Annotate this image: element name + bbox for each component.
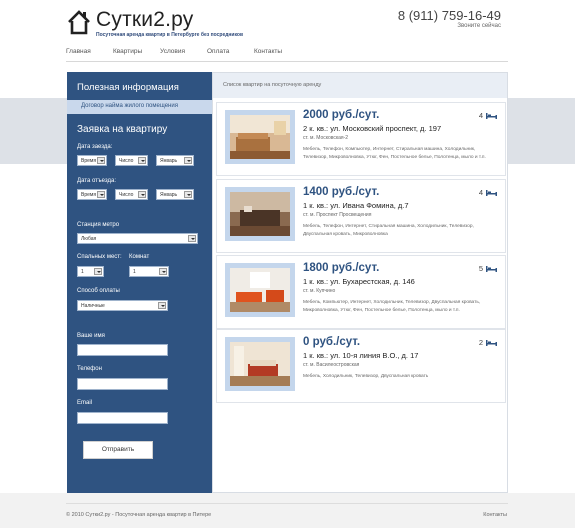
nav-divider — [66, 61, 508, 62]
listing-metro: ст. м. Василеостровская — [303, 362, 360, 368]
nav-item-payment[interactable]: Оплата — [207, 48, 229, 55]
listing-price[interactable]: 2000 руб./сут. — [303, 109, 379, 121]
listing-amenities: Мебель, Телефон, Интернет, Стиральная ма… — [303, 224, 474, 237]
rooms-select[interactable]: 1 — [129, 266, 169, 277]
listings-header: Список квартир на посуточную аренду — [213, 73, 507, 98]
apartment-photo[interactable] — [225, 110, 295, 164]
chevron-down-icon — [94, 268, 102, 275]
metro-label: Станция метро — [77, 222, 120, 228]
listing-address: 1 к. кв.: ул. Бухарестская, д. 146 — [303, 277, 415, 286]
checkout-day-select[interactable]: Число — [115, 189, 148, 200]
bed-icon — [486, 340, 497, 346]
checkin-time-select[interactable]: Время — [77, 155, 107, 166]
checkout-time-select[interactable]: Время — [77, 189, 107, 200]
chevron-down-icon — [158, 302, 166, 309]
rooms-label: Комнат — [129, 254, 150, 260]
sidebar-link-label: Договор найма жилого помещения — [81, 103, 178, 109]
payment-select[interactable]: Наличные — [77, 300, 168, 311]
checkout-label: Дата отъезда: — [77, 178, 116, 184]
listing-amenities: Мебель, Холодильник, Телевизор, Двуспаль… — [303, 374, 429, 379]
phone-input[interactable] — [77, 378, 168, 390]
chevron-down-icon — [184, 157, 192, 164]
callback-text: Звоните сейчас — [457, 23, 501, 29]
listing-price[interactable]: 0 руб./сут. — [303, 336, 360, 348]
checkin-label: Дата заезда: — [77, 144, 113, 150]
listing-amenities: Мебель, Компьютер, Интернет, Холодильник… — [303, 300, 481, 313]
nav-item-apartments[interactable]: Квартиры — [113, 48, 142, 55]
checkout-month-select[interactable]: Январь — [156, 189, 194, 200]
listing-address: 1 к. кв.: ул. 10-я линия В.О., д. 17 — [303, 351, 419, 360]
sidebar-link-lease[interactable]: Договор найма жилого помещения — [67, 100, 212, 114]
listing-address: 2 к. кв.: ул. Московский проспект, д. 19… — [303, 124, 442, 133]
house-logo-icon[interactable] — [66, 9, 92, 35]
listing-amenities: Мебель, Телефон, Компьютер, Интернет, Ст… — [303, 147, 486, 160]
booking-form-title: Заявка на квартиру — [77, 124, 168, 135]
listings-panel: Список квартир на посуточную аренду 2000… — [212, 72, 508, 493]
chevron-down-icon — [97, 157, 105, 164]
nav-item-home[interactable]: Главная — [66, 48, 91, 55]
checkin-month-select[interactable]: Январь — [156, 155, 194, 166]
phone-number: 8 (911) 759-16-49 — [397, 8, 501, 23]
metro-select[interactable]: Любая — [77, 233, 198, 244]
bed-icon — [486, 190, 497, 196]
sidebar-title: Полезная информация — [77, 82, 179, 93]
name-input[interactable] — [77, 344, 168, 356]
chevron-down-icon — [159, 268, 167, 275]
sidebar: Полезная информация Договор найма жилого… — [67, 72, 212, 493]
apartment-photo[interactable] — [225, 337, 295, 391]
email-label: Email — [77, 400, 93, 406]
chevron-down-icon — [184, 191, 192, 198]
chevron-down-icon — [188, 235, 196, 242]
bed-icon — [486, 266, 497, 272]
listing-price[interactable]: 1400 руб./сут. — [303, 186, 379, 198]
listing-metro: ст. м. Московская-2 — [303, 135, 349, 141]
email-input[interactable] — [77, 412, 168, 424]
listing-card[interactable]: 2000 руб./сут. 2 к. кв.: ул. Московский … — [216, 102, 506, 176]
submit-button[interactable]: Отправить — [83, 441, 153, 459]
tagline: Посуточная аренда квартир в Петербурге б… — [96, 32, 244, 38]
checkin-day-select[interactable]: Число — [115, 155, 148, 166]
payment-label: Способ оплаты — [77, 288, 120, 294]
listing-beds: 2 — [478, 338, 483, 347]
name-label: Ваше имя — [77, 333, 105, 339]
chevron-down-icon — [97, 191, 105, 198]
listing-address: 1 к. кв.: ул. Ивана Фомина, д.7 — [303, 201, 409, 210]
listing-card[interactable]: 1400 руб./сут. 1 к. кв.: ул. Ивана Фомин… — [216, 179, 506, 253]
beds-select[interactable]: 1 — [77, 266, 104, 277]
bed-icon — [486, 113, 497, 119]
chevron-down-icon — [138, 191, 146, 198]
listing-price[interactable]: 1800 руб./сут. — [303, 262, 379, 274]
nav-item-contacts[interactable]: Контакты — [254, 48, 282, 55]
nav-item-terms[interactable]: Условия — [160, 48, 185, 55]
phone-label: Телефон — [77, 366, 102, 372]
footer-band — [0, 493, 575, 528]
footer-copyright: © 2010 Сутки2.ру - Посуточная аренда ква… — [66, 512, 212, 518]
chevron-down-icon — [138, 157, 146, 164]
listing-beds: 4 — [478, 111, 483, 120]
footer-contacts-link[interactable]: Контакты — [483, 512, 507, 518]
beds-label: Спальных мест: — [77, 254, 122, 260]
listing-metro: ст. м. Проспект Просвещения — [303, 212, 372, 218]
listing-beds: 4 — [478, 188, 483, 197]
listing-card[interactable]: 1800 руб./сут. 1 к. кв.: ул. Бухарестска… — [216, 255, 506, 329]
apartment-photo[interactable] — [225, 187, 295, 241]
apartment-photo[interactable] — [225, 263, 295, 317]
footer-divider — [66, 503, 508, 504]
listing-metro: ст. м. Купчино — [303, 288, 336, 294]
logo-text[interactable]: Сутки2.ру — [96, 8, 193, 32]
listing-card[interactable]: 0 руб./сут. 1 к. кв.: ул. 10-я линия В.О… — [216, 329, 506, 403]
listings-heading: Список квартир на посуточную аренду — [223, 82, 322, 88]
listing-beds: 5 — [478, 264, 483, 273]
